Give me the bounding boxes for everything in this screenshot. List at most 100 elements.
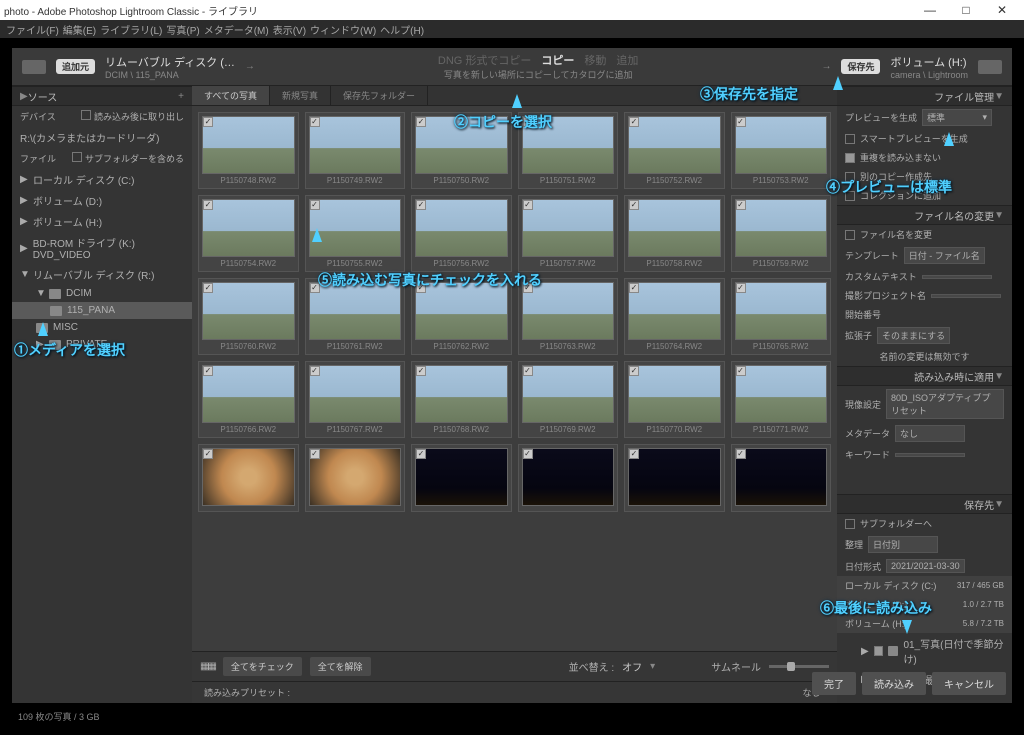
thumbnail-cell[interactable]: ✓P1150757.RW2 xyxy=(518,195,619,272)
drive-c[interactable]: ▶ローカル ディスク (C:) xyxy=(12,169,192,190)
thumbnail-cell[interactable]: ✓P1150764.RW2 xyxy=(624,278,725,355)
thumbnail-checkbox[interactable]: ✓ xyxy=(629,200,639,210)
thumbnail-checkbox[interactable]: ✓ xyxy=(629,283,639,293)
thumbnail-cell[interactable]: ✓P1150749.RW2 xyxy=(305,112,406,189)
source-drive[interactable]: リムーバブル ディスク (… xyxy=(105,54,235,70)
add-collection-checkbox[interactable] xyxy=(845,191,855,201)
second-copy-checkbox[interactable] xyxy=(845,172,855,182)
thumbnail-cell[interactable]: ✓P1150766.RW2 xyxy=(198,361,299,438)
thumbnail-cell[interactable]: ✓P1150754.RW2 xyxy=(198,195,299,272)
menu-view[interactable]: 表示(V) xyxy=(273,22,306,37)
thumbnail-cell[interactable]: ✓P1150760.RW2 xyxy=(198,278,299,355)
thumbnail-checkbox[interactable]: ✓ xyxy=(629,117,639,127)
cancel-button[interactable]: キャンセル xyxy=(932,672,1006,695)
thumbnail-cell[interactable]: ✓P1150758.RW2 xyxy=(624,195,725,272)
thumbnail-cell[interactable]: ✓ xyxy=(624,444,725,512)
rename-header[interactable]: ファイル名の変更 xyxy=(845,208,994,223)
thumbnail-checkbox[interactable]: ✓ xyxy=(523,283,533,293)
folder-dcim[interactable]: ▼DCIM xyxy=(12,285,192,302)
thumbnail-cell[interactable]: ✓P1150751.RW2 xyxy=(518,112,619,189)
dest-drive-h[interactable]: ボリューム (H:)5.8 / 7.2 TB xyxy=(837,614,1012,633)
menu-window[interactable]: ウィンドウ(W) xyxy=(310,22,376,37)
thumbnail-cell[interactable]: ✓P1150748.RW2 xyxy=(198,112,299,189)
menu-library[interactable]: ライブラリ(L) xyxy=(100,22,162,37)
grid-view-icon[interactable]: ▦▦ xyxy=(200,661,215,672)
thumbnail-cell[interactable]: ✓P1150769.RW2 xyxy=(518,361,619,438)
build-preview-dropdown[interactable]: 標準▾ xyxy=(922,109,992,126)
thumbnail-checkbox[interactable]: ✓ xyxy=(310,366,320,376)
card-reader-row[interactable]: R:\(カメラまたはカードリーダ) xyxy=(12,127,192,148)
thumbnail-checkbox[interactable]: ✓ xyxy=(736,283,746,293)
menu-file[interactable]: ファイル(F) xyxy=(6,22,59,37)
thumbnail-cell[interactable]: ✓P1150768.RW2 xyxy=(411,361,512,438)
subfolder-checkbox[interactable] xyxy=(72,152,82,162)
thumbnail-cell[interactable]: ✓P1150765.RW2 xyxy=(731,278,832,355)
thumbnail-checkbox[interactable]: ✓ xyxy=(523,449,533,459)
organize-dropdown[interactable]: 日付別 xyxy=(868,536,938,553)
thumbnail-cell[interactable]: ✓P1150755.RW2 xyxy=(305,195,406,272)
destination-header[interactable]: 保存先 xyxy=(845,497,994,512)
folder-private[interactable]: ▶PRIVATE xyxy=(12,336,192,353)
metadata-dropdown[interactable]: なし xyxy=(895,425,965,442)
dest-drive-d[interactable]: ボリューム (D:)1.0 / 2.7 TB xyxy=(837,595,1012,614)
thumbnail-checkbox[interactable]: ✓ xyxy=(736,449,746,459)
apply-header[interactable]: 読み込み時に適用 xyxy=(845,369,994,384)
drive-r[interactable]: ▼リムーバブル ディスク (R:) xyxy=(12,264,192,285)
develop-dropdown[interactable]: 80D_ISOアダプティブプリセット xyxy=(886,389,1004,419)
dest-drive-c[interactable]: ローカル ディスク (C:)317 / 465 GB xyxy=(837,576,1012,595)
menu-edit[interactable]: 編集(E) xyxy=(63,22,96,37)
subfolder-dest-checkbox[interactable] xyxy=(845,519,855,529)
thumbnail-cell[interactable]: ✓P1150752.RW2 xyxy=(624,112,725,189)
thumbnail-cell[interactable]: ✓ xyxy=(411,444,512,512)
thumbnail-cell[interactable]: ✓P1150770.RW2 xyxy=(624,361,725,438)
thumbnail-checkbox[interactable]: ✓ xyxy=(203,117,213,127)
thumbnail-checkbox[interactable]: ✓ xyxy=(416,366,426,376)
source-header[interactable]: ソース xyxy=(28,89,178,104)
thumbnail-cell[interactable]: ✓P1150763.RW2 xyxy=(518,278,619,355)
project-name-input[interactable] xyxy=(931,294,1001,298)
thumbnail-checkbox[interactable]: ✓ xyxy=(310,117,320,127)
custom-text-input[interactable] xyxy=(922,275,992,279)
thumbnail-checkbox[interactable]: ✓ xyxy=(736,200,746,210)
thumbnail-cell[interactable]: ✓ xyxy=(305,444,406,512)
thumbnail-checkbox[interactable]: ✓ xyxy=(310,200,320,210)
thumbnail-cell[interactable]: ✓P1150767.RW2 xyxy=(305,361,406,438)
thumbnail-checkbox[interactable]: ✓ xyxy=(523,200,533,210)
dest-folder-1[interactable]: ▶01_写真(日付で季節分け) xyxy=(837,633,1012,669)
menu-help[interactable]: ヘルプ(H) xyxy=(380,22,424,37)
tab-new-photos[interactable]: 新規写真 xyxy=(270,86,331,105)
thumbnail-cell[interactable]: ✓ xyxy=(731,444,832,512)
thumbnail-checkbox[interactable]: ✓ xyxy=(736,366,746,376)
copy-option[interactable]: コピー xyxy=(541,52,574,68)
drive-k[interactable]: ▶BD-ROM ドライブ (K:) DVD_VIDEO xyxy=(12,232,192,264)
thumbnail-checkbox[interactable]: ✓ xyxy=(416,117,426,127)
thumbnail-cell[interactable]: ✓ xyxy=(198,444,299,512)
move-option[interactable]: 移動 xyxy=(584,52,606,68)
tab-all-photos[interactable]: すべての写真 xyxy=(192,86,270,105)
menu-metadata[interactable]: メタデータ(M) xyxy=(204,22,269,37)
thumbnail-checkbox[interactable]: ✓ xyxy=(523,117,533,127)
menu-photo[interactable]: 写真(P) xyxy=(166,22,199,37)
thumbnail-checkbox[interactable]: ✓ xyxy=(736,117,746,127)
thumbnail-checkbox[interactable]: ✓ xyxy=(416,283,426,293)
thumbnail-cell[interactable]: ✓ xyxy=(518,444,619,512)
thumbnail-cell[interactable]: ✓P1150761.RW2 xyxy=(305,278,406,355)
folder-misc[interactable]: MISC xyxy=(12,319,192,336)
thumbnail-checkbox[interactable]: ✓ xyxy=(310,283,320,293)
folder-115pana[interactable]: 115_PANA xyxy=(12,302,192,319)
thumbnail-checkbox[interactable]: ✓ xyxy=(203,366,213,376)
thumbnail-cell[interactable]: ✓P1150753.RW2 xyxy=(731,112,832,189)
import-button[interactable]: 読み込み xyxy=(862,672,926,695)
thumbnail-checkbox[interactable]: ✓ xyxy=(203,200,213,210)
check-all-button[interactable]: 全てをチェック xyxy=(223,657,302,676)
maximize-button[interactable]: □ xyxy=(948,0,984,20)
close-button[interactable]: ✕ xyxy=(984,0,1020,20)
file-handling-header[interactable]: ファイル管理 xyxy=(845,89,994,104)
dest-drive[interactable]: ボリューム (H:) xyxy=(890,54,968,70)
thumbnail-checkbox[interactable]: ✓ xyxy=(203,283,213,293)
sort-value[interactable]: オフ xyxy=(622,659,642,674)
thumbnail-checkbox[interactable]: ✓ xyxy=(416,200,426,210)
thumbnail-cell[interactable]: ✓P1150771.RW2 xyxy=(731,361,832,438)
thumbnail-checkbox[interactable]: ✓ xyxy=(629,366,639,376)
copy-as-dng[interactable]: DNG 形式でコピー xyxy=(438,52,532,68)
